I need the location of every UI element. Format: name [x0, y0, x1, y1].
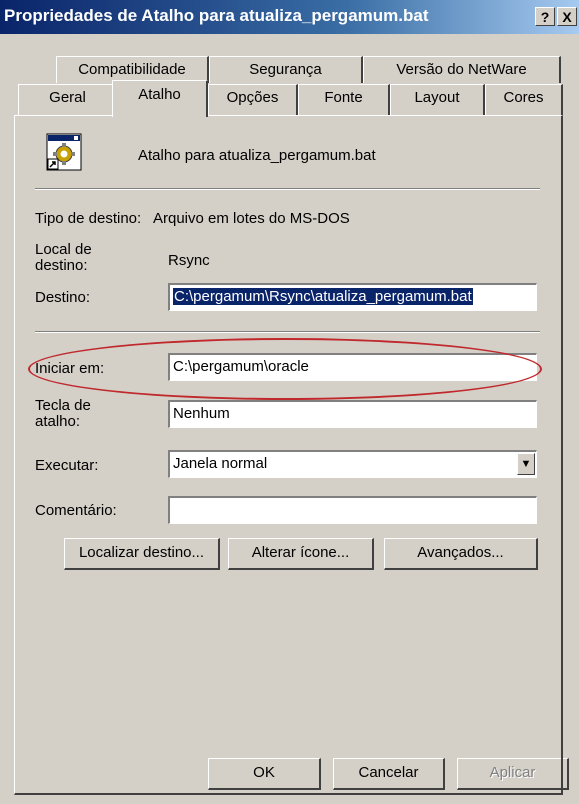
tab-opcoes[interactable]: Opções — [208, 84, 298, 115]
tab-panel — [14, 115, 563, 795]
tab-layout[interactable]: Layout — [390, 84, 485, 115]
tab-versao-netware[interactable]: Versão do NetWare — [363, 56, 561, 83]
tab-seguranca[interactable]: Segurança — [209, 56, 363, 83]
tab-atalho[interactable]: Atalho — [112, 80, 208, 117]
tab-geral[interactable]: Geral — [18, 84, 118, 115]
close-button[interactable]: X — [557, 7, 577, 26]
tab-compatibilidade[interactable]: Compatibilidade — [56, 56, 209, 83]
tab-fonte[interactable]: Fonte — [298, 84, 390, 115]
tab-cores[interactable]: Cores — [485, 84, 563, 115]
window-title: Propriedades de Atalho para atualiza_per… — [4, 6, 429, 25]
title-bar: Propriedades de Atalho para atualiza_per… — [0, 0, 579, 34]
help-button[interactable]: ? — [535, 7, 555, 26]
